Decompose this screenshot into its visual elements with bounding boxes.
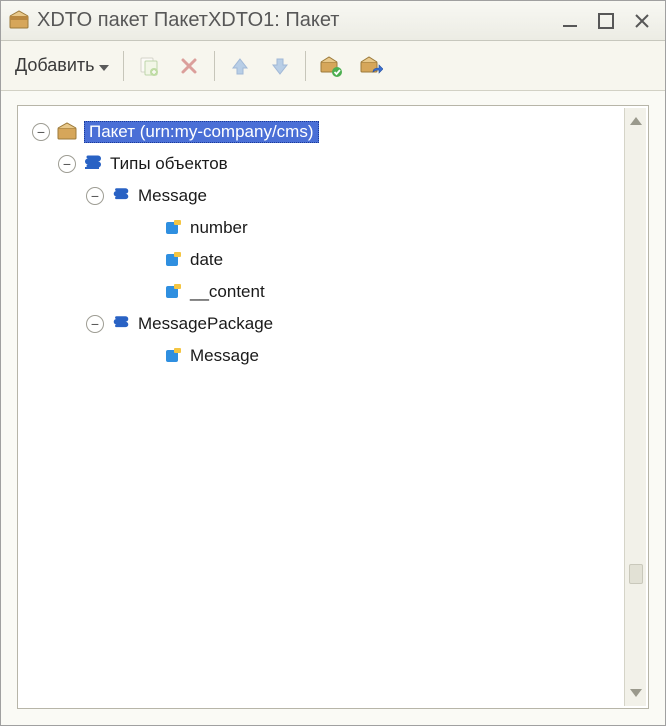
tree-node-field[interactable]: number xyxy=(24,212,616,244)
collapse-icon[interactable]: − xyxy=(86,187,104,205)
minimize-button[interactable] xyxy=(557,8,583,34)
validate-button[interactable] xyxy=(316,51,346,81)
spacer xyxy=(138,347,156,365)
node-label: date xyxy=(190,250,223,270)
field-icon xyxy=(162,249,184,271)
export-button[interactable] xyxy=(356,51,386,81)
field-icon xyxy=(162,281,184,303)
collapse-icon[interactable]: − xyxy=(32,123,50,141)
delete-button[interactable] xyxy=(174,51,204,81)
tree-node-types[interactable]: − Типы объектов xyxy=(24,148,616,180)
tree-node-field[interactable]: date xyxy=(24,244,616,276)
spacer xyxy=(138,283,156,301)
tree-node-field[interactable]: Message xyxy=(24,340,616,372)
dropdown-caret-icon xyxy=(99,55,109,76)
node-label: __content xyxy=(190,282,265,302)
scroll-up-icon[interactable] xyxy=(627,112,645,130)
copy-button[interactable] xyxy=(134,51,164,81)
scroll-down-icon[interactable] xyxy=(627,684,645,702)
move-up-button[interactable] xyxy=(225,51,255,81)
tree-node-package[interactable]: − Пакет (urn:my-company/cms) xyxy=(24,116,616,148)
collapse-icon[interactable]: − xyxy=(58,155,76,173)
type-icon xyxy=(110,313,132,335)
package-icon xyxy=(56,121,78,143)
node-label: Пакет (urn:my-company/cms) xyxy=(84,121,319,143)
node-label: Message xyxy=(190,346,259,366)
window-title: XDTO пакет ПакетXDTO1: Пакет xyxy=(37,9,557,32)
field-icon xyxy=(162,345,184,367)
node-label: Message xyxy=(138,186,207,206)
spacer xyxy=(138,219,156,237)
field-icon xyxy=(162,217,184,239)
node-label: MessagePackage xyxy=(138,314,273,334)
collapse-icon[interactable]: − xyxy=(86,315,104,333)
type-icon xyxy=(110,185,132,207)
vertical-scrollbar[interactable] xyxy=(624,108,646,706)
window-controls xyxy=(557,8,659,34)
toolbar-separator xyxy=(123,51,124,81)
titlebar: XDTO пакет ПакетXDTO1: Пакет xyxy=(1,1,665,41)
type-group-icon xyxy=(82,153,104,175)
tree-node-message[interactable]: − Message xyxy=(24,180,616,212)
toolbar: Добавить xyxy=(1,41,665,91)
close-button[interactable] xyxy=(629,8,655,34)
tree: − Пакет (urn:my-company/cms) − xyxy=(24,116,642,372)
add-button-label: Добавить xyxy=(15,55,95,76)
toolbar-separator xyxy=(305,51,306,81)
add-button[interactable]: Добавить xyxy=(11,53,113,78)
scrollbar-thumb[interactable] xyxy=(629,564,643,584)
content-area: − Пакет (urn:my-company/cms) − xyxy=(1,91,665,725)
toolbar-separator xyxy=(214,51,215,81)
tree-node-messagepackage[interactable]: − MessagePackage xyxy=(24,308,616,340)
spacer xyxy=(138,251,156,269)
app-icon xyxy=(7,9,31,33)
window: XDTO пакет ПакетXDTO1: Пакет Добавить xyxy=(0,0,666,726)
tree-node-field[interactable]: __content xyxy=(24,276,616,308)
tree-panel: − Пакет (urn:my-company/cms) − xyxy=(17,105,649,709)
node-label: Типы объектов xyxy=(110,154,228,174)
move-down-button[interactable] xyxy=(265,51,295,81)
maximize-button[interactable] xyxy=(593,8,619,34)
node-label: number xyxy=(190,218,248,238)
